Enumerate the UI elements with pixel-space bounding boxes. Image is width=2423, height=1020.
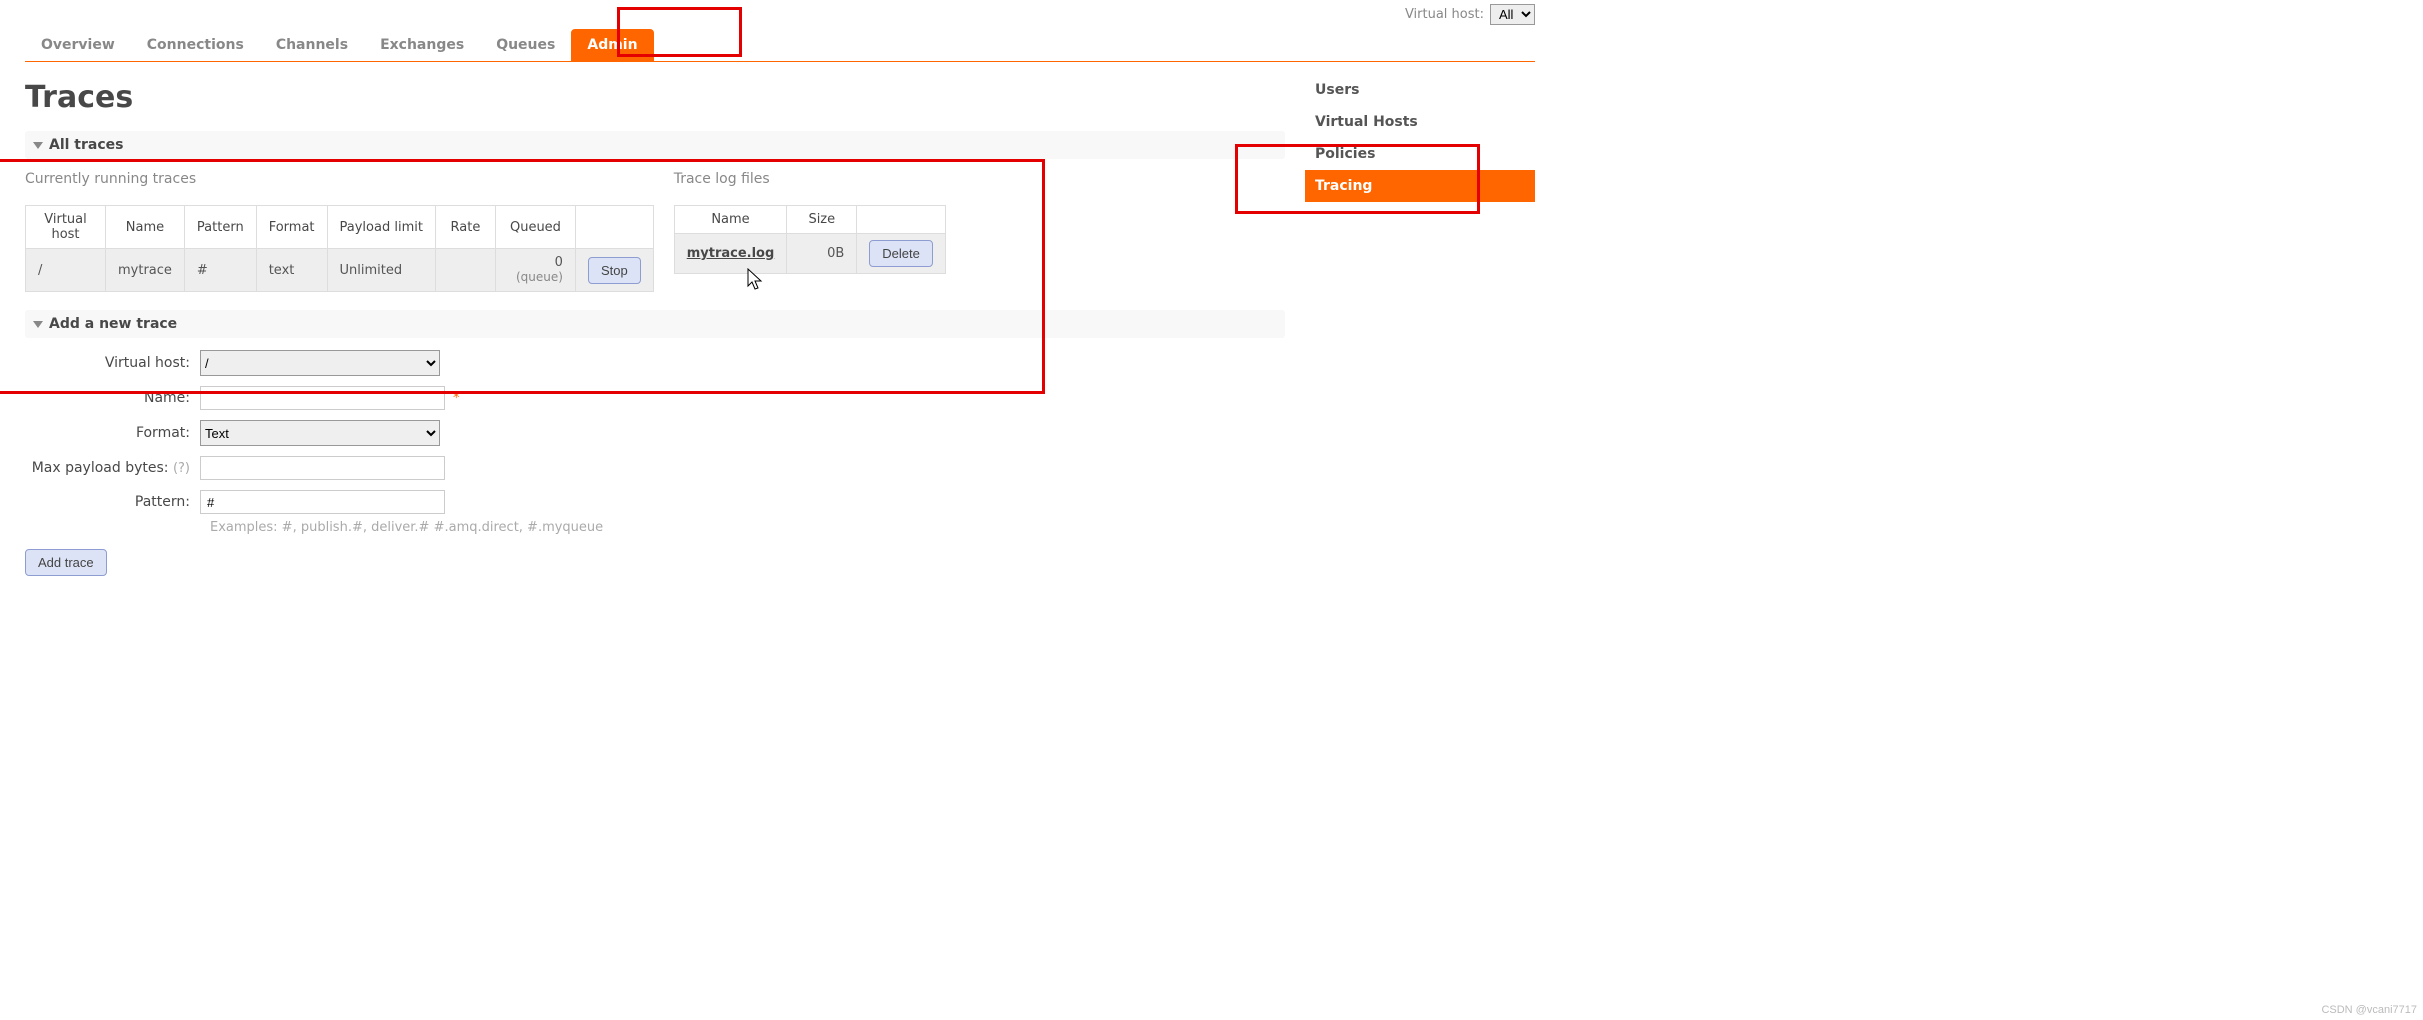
chevron-down-icon (33, 321, 43, 328)
col-log-name: Name (674, 206, 787, 234)
form-vhost-select[interactable]: / (200, 350, 440, 376)
form-name-label: Name: (25, 390, 200, 406)
cell-payload: Unlimited (327, 249, 435, 292)
tab-queues[interactable]: Queues (480, 29, 571, 61)
col-rate: Rate (435, 206, 495, 249)
form-pattern-label: Pattern: (25, 494, 200, 510)
form-pattern-hint: Examples: #, publish.#, deliver.# #.amq.… (210, 520, 1285, 535)
tab-channels[interactable]: Channels (260, 29, 364, 61)
topbar: Virtual host: All (25, 0, 1535, 29)
page-title: Traces (25, 80, 1285, 115)
cell-log-name[interactable]: mytrace.log (674, 234, 787, 274)
col-pattern: Pattern (184, 206, 256, 249)
col-format: Format (256, 206, 327, 249)
col-name: Name (106, 206, 185, 249)
table-row: / mytrace # text Unlimited 0 (queue) (26, 249, 654, 292)
section-label: All traces (49, 137, 123, 153)
add-trace-form: Virtual host: / Name: * Format: Text (25, 350, 1285, 576)
log-files-panel: Trace log files Name Size mytrace.log (674, 171, 946, 274)
cell-pattern: # (184, 249, 256, 292)
table-row: mytrace.log 0B Delete (674, 234, 945, 274)
section-add-trace[interactable]: Add a new trace (25, 310, 1285, 338)
col-log-size: Size (787, 206, 857, 234)
col-log-action (857, 206, 946, 234)
cell-log-size: 0B (787, 234, 857, 274)
cell-action: Stop (575, 249, 653, 292)
form-pattern-input[interactable] (200, 490, 445, 514)
help-icon[interactable]: (?) (173, 461, 190, 476)
sidebar-item-tracing[interactable]: Tracing (1305, 170, 1535, 202)
cell-log-action: Delete (857, 234, 946, 274)
form-vhost-label: Virtual host: (25, 355, 200, 371)
form-format-label: Format: (25, 425, 200, 441)
col-vhost: Virtual host (26, 206, 106, 249)
tab-admin[interactable]: Admin (571, 29, 653, 61)
running-traces-table: Virtual host Name Pattern Format Payload… (25, 205, 654, 292)
col-action (575, 206, 653, 249)
admin-sidebar: Users Virtual Hosts Policies Tracing (1305, 62, 1535, 576)
form-maxpayload-label: Max payload bytes: (?) (25, 460, 200, 476)
cell-name: mytrace (106, 249, 185, 292)
log-files-heading: Trace log files (674, 171, 946, 187)
form-name-input[interactable] (200, 386, 445, 410)
section-all-traces[interactable]: All traces (25, 131, 1285, 159)
tab-connections[interactable]: Connections (131, 29, 260, 61)
tab-exchanges[interactable]: Exchanges (364, 29, 480, 61)
stop-button[interactable]: Stop (588, 257, 641, 284)
cell-queued: 0 (queue) (495, 249, 575, 292)
running-traces-heading: Currently running traces (25, 171, 654, 187)
chevron-down-icon (33, 142, 43, 149)
running-traces-panel: Currently running traces Virtual host Na… (25, 171, 654, 292)
sidebar-item-users[interactable]: Users (1305, 74, 1535, 106)
add-trace-button[interactable]: Add trace (25, 549, 107, 576)
tab-overview[interactable]: Overview (25, 29, 131, 61)
sidebar-item-policies[interactable]: Policies (1305, 138, 1535, 170)
col-payload: Payload limit (327, 206, 435, 249)
col-queued: Queued (495, 206, 575, 249)
main-tabs: Overview Connections Channels Exchanges … (25, 29, 1535, 62)
watermark: CSDN @vcani7717 (2321, 1004, 2417, 1016)
section-label: Add a new trace (49, 316, 177, 332)
cell-format: text (256, 249, 327, 292)
vhost-label: Virtual host: (1405, 7, 1484, 22)
sidebar-item-vhosts[interactable]: Virtual Hosts (1305, 106, 1535, 138)
form-format-select[interactable]: Text (200, 420, 440, 446)
required-marker: * (453, 391, 460, 406)
form-maxpayload-input[interactable] (200, 456, 445, 480)
delete-button[interactable]: Delete (869, 240, 933, 267)
cell-rate (435, 249, 495, 292)
log-files-table: Name Size mytrace.log 0B Delete (674, 205, 946, 274)
vhost-select[interactable]: All (1490, 4, 1535, 25)
cell-vhost: / (26, 249, 106, 292)
